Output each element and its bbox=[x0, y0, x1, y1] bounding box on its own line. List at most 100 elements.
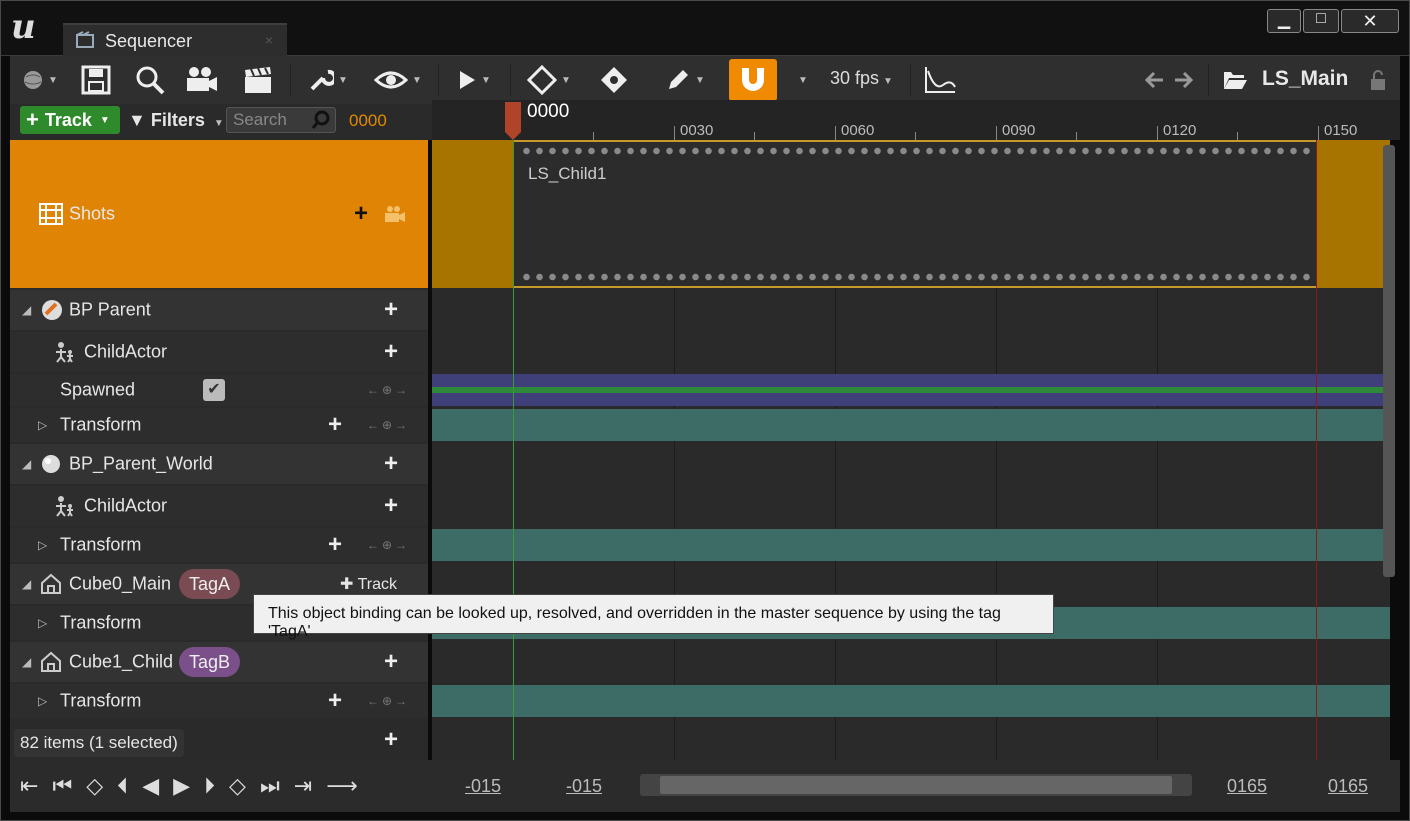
snap-toggle-button[interactable] bbox=[729, 59, 777, 101]
chevron-down-icon: ▼ bbox=[798, 74, 808, 86]
create-camera-button[interactable] bbox=[184, 62, 220, 98]
transform-track-row[interactable]: ▷ Transform + ←⊕→ bbox=[10, 408, 428, 442]
add-track-plus-button[interactable]: + bbox=[384, 296, 398, 324]
key-navigation-icon[interactable]: ←⊕→ bbox=[367, 383, 410, 397]
range-slider-thumb[interactable] bbox=[660, 776, 1172, 794]
edit-mode-button[interactable]: ▼ bbox=[660, 62, 710, 98]
auto-key-button[interactable] bbox=[596, 62, 632, 98]
spawned-lane[interactable] bbox=[432, 374, 1390, 406]
current-frame-field[interactable]: 0000 bbox=[349, 111, 387, 131]
object-binding-row[interactable]: ◢ Cube1_Child TagB + bbox=[10, 642, 428, 682]
component-row[interactable]: ChildActor + bbox=[10, 332, 428, 372]
transform-track-row[interactable]: ▷ Transform + ←⊕→ bbox=[10, 684, 428, 718]
expand-arrow-icon[interactable]: ▷ bbox=[38, 418, 47, 432]
add-track-plus-button[interactable]: + bbox=[384, 492, 398, 520]
curve-editor-button[interactable] bbox=[920, 62, 960, 98]
camera-icon[interactable] bbox=[384, 205, 406, 223]
playback-end-line[interactable] bbox=[1316, 140, 1317, 760]
add-key-plus-button[interactable]: + bbox=[328, 687, 342, 715]
navigate-back-button[interactable] bbox=[1140, 62, 1168, 98]
folder-open-icon bbox=[1224, 72, 1247, 89]
save-button[interactable] bbox=[78, 62, 114, 98]
search-input[interactable]: Search Tracks bbox=[226, 107, 336, 133]
view-range-start[interactable]: -015 bbox=[465, 776, 501, 797]
step-forward-icon[interactable]: ⏵ bbox=[204, 773, 215, 799]
vertical-scrollbar[interactable] bbox=[1383, 145, 1395, 577]
transform-lane[interactable] bbox=[432, 529, 1390, 561]
working-range-start[interactable]: -015 bbox=[566, 776, 602, 797]
key-group-button[interactable]: ▼ bbox=[522, 62, 576, 98]
minimize-button[interactable]: ▁ bbox=[1267, 9, 1301, 33]
range-slider[interactable] bbox=[640, 774, 1192, 796]
track-area[interactable]: LS_Child1 bbox=[432, 140, 1390, 760]
world-menu-button[interactable]: ▼ bbox=[18, 62, 62, 98]
transform-lane[interactable] bbox=[432, 685, 1390, 717]
add-track-button[interactable]: ✚ Track bbox=[340, 574, 397, 594]
ruler-tick-label: 0150 bbox=[1324, 122, 1358, 139]
key-navigation-icon[interactable]: ←⊕→ bbox=[367, 538, 410, 552]
chevron-down-icon: ▼ bbox=[412, 74, 422, 86]
add-track-plus-button[interactable]: + bbox=[384, 338, 398, 366]
time-ruler[interactable]: 0030 0060 0090 0120 0150 bbox=[432, 100, 1400, 140]
browse-sequence-button[interactable] bbox=[1218, 62, 1252, 98]
lock-button[interactable] bbox=[1366, 62, 1390, 98]
key-navigation-icon[interactable]: ←⊕→ bbox=[367, 418, 410, 432]
jump-previous-key-icon[interactable]: ⏮ bbox=[52, 773, 72, 799]
frame-rate-selector[interactable]: 30 fps ▼ bbox=[830, 68, 893, 89]
playback-options-button[interactable]: ▼ bbox=[450, 62, 498, 98]
jump-to-start-icon[interactable]: ⇤ bbox=[20, 773, 38, 799]
binding-tag-badge[interactable]: TagA bbox=[179, 569, 241, 599]
component-row[interactable]: ChildActor + bbox=[10, 486, 428, 526]
shot-section[interactable]: LS_Child1 bbox=[514, 140, 1316, 288]
working-range-end[interactable]: 0165 bbox=[1227, 776, 1267, 797]
add-key-plus-button[interactable]: + bbox=[328, 411, 342, 439]
step-back-icon[interactable]: ⏴ bbox=[117, 773, 128, 799]
render-movie-button[interactable] bbox=[240, 62, 276, 98]
transport-bar: ⇤ ⏮ ◇ ⏴ ◀ ▶ ⏵ ◇ ⏭ ⇥ ⟶ -015 -015 0165 016… bbox=[10, 760, 1400, 812]
sequencer-tab-icon bbox=[76, 31, 94, 48]
playhead-handle[interactable] bbox=[503, 102, 523, 140]
playback-start-line[interactable] bbox=[513, 140, 514, 760]
binding-tag-badge[interactable]: TagB bbox=[179, 647, 241, 677]
expand-arrow-icon[interactable]: ▷ bbox=[38, 616, 47, 630]
add-track-plus-button[interactable]: + bbox=[384, 726, 398, 754]
collapse-arrow-icon[interactable]: ◢ bbox=[22, 303, 31, 317]
toolbar-separator bbox=[290, 64, 291, 96]
spawned-track-row[interactable]: Spawned ✔ ←⊕→ bbox=[10, 374, 428, 406]
add-track-plus-button[interactable]: + bbox=[384, 648, 398, 676]
general-options-button[interactable]: ▼ bbox=[302, 62, 354, 98]
add-track-plus-button[interactable]: + bbox=[384, 450, 398, 478]
snap-options-dropdown[interactable]: ▼ bbox=[790, 62, 812, 98]
close-button[interactable]: ✕ bbox=[1341, 9, 1399, 33]
expand-arrow-icon[interactable]: ▷ bbox=[38, 694, 47, 708]
transform-lane[interactable] bbox=[432, 409, 1390, 441]
play-icon[interactable]: ▶ bbox=[173, 773, 190, 799]
add-track-button[interactable]: + Track ▼ bbox=[20, 106, 120, 134]
loop-mode-icon[interactable]: ⟶ bbox=[326, 773, 358, 799]
spawned-checkbox[interactable]: ✔ bbox=[203, 379, 225, 401]
collapse-arrow-icon[interactable]: ◢ bbox=[22, 655, 31, 669]
object-binding-row[interactable]: ◢ BP_Parent_World + bbox=[10, 444, 428, 484]
play-reverse-icon[interactable]: ◀ bbox=[142, 773, 159, 799]
transform-track-row[interactable]: ▷ Transform + ←⊕→ bbox=[10, 528, 428, 562]
jump-next-key-icon[interactable]: ⏭ bbox=[260, 773, 280, 799]
key-navigation-icon[interactable]: ←⊕→ bbox=[367, 694, 410, 708]
find-in-browser-button[interactable] bbox=[132, 62, 168, 98]
jump-to-end-icon[interactable]: ⇥ bbox=[294, 773, 312, 799]
expand-arrow-icon[interactable]: ▷ bbox=[38, 538, 47, 552]
collapse-arrow-icon[interactable]: ◢ bbox=[22, 577, 31, 591]
view-options-button[interactable]: ▼ bbox=[370, 62, 426, 98]
collapse-arrow-icon[interactable]: ◢ bbox=[22, 457, 31, 471]
object-binding-row[interactable]: ◢ BP Parent + bbox=[10, 290, 428, 330]
view-range-end[interactable]: 0165 bbox=[1328, 776, 1368, 797]
previous-key-icon[interactable]: ◇ bbox=[86, 773, 103, 799]
add-shot-button[interactable]: + bbox=[354, 200, 368, 228]
next-key-icon[interactable]: ◇ bbox=[229, 773, 246, 799]
maximize-button[interactable]: □ bbox=[1303, 9, 1339, 33]
add-key-plus-button[interactable]: + bbox=[328, 531, 342, 559]
filters-button[interactable]: ▼ Filters ▼ bbox=[128, 110, 224, 131]
shots-track-row[interactable]: Shots + bbox=[10, 140, 428, 288]
navigate-forward-button[interactable] bbox=[1170, 62, 1198, 98]
tab-sequencer[interactable]: Sequencer × bbox=[63, 23, 287, 57]
tab-close-icon[interactable]: × bbox=[265, 32, 273, 48]
